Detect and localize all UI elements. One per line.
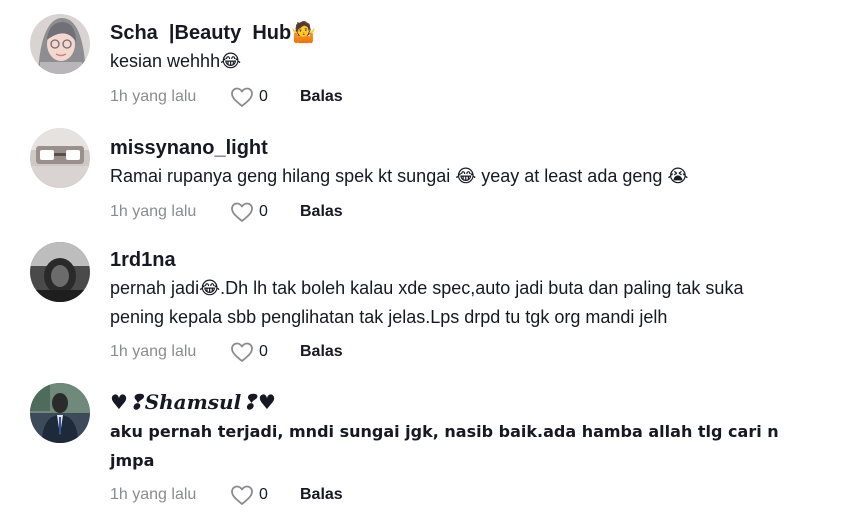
like-button[interactable]: 0 [230,86,295,108]
comment-text: kesian wehhh😂 [110,51,242,71]
heart-outline-icon [231,87,253,107]
like-count: 0 [259,486,268,503]
username[interactable]: Scha |Beauty Hub🤷 [110,20,839,45]
avatar[interactable] [30,128,90,188]
username[interactable]: ♥❢Shamsul❢♥ [110,390,839,415]
avatar[interactable] [30,242,90,302]
comment-meta: 1h yang lalu 0 Balas [110,483,839,507]
heart-outline-icon [231,202,253,222]
timestamp: 1h yang lalu [110,486,197,503]
like-count: 0 [259,203,268,220]
avatar[interactable] [30,14,90,74]
timestamp: 1h yang lalu [110,343,197,360]
avatar[interactable] [30,383,90,443]
heart-outline-icon [231,342,253,362]
timestamp: 1h yang lalu [110,88,197,105]
like-button[interactable]: 0 [230,341,295,363]
like-button[interactable]: 0 [230,484,295,506]
comment-meta: 1h yang lalu 0 Balas [110,85,839,109]
like-button[interactable]: 0 [230,201,295,223]
person-shrugging-emoji-icon: 🤷 [291,20,317,44]
comment-text: pernah jadi😂.Dh lh tak boleh kalau xde s… [110,278,744,327]
reply-button[interactable]: Balas [300,486,343,504]
timestamp: 1h yang lalu [110,203,197,220]
comment-text: aku pernah terjadi, mndi sungai jgk, nas… [110,422,779,470]
reply-button[interactable]: Balas [300,203,343,221]
reply-button[interactable]: Balas [300,343,343,361]
username[interactable]: 1rd1na [110,248,839,272]
username[interactable]: missynano_light [110,136,839,160]
username-text: ♥❢Shamsul❢♥ [110,390,276,414]
reply-button[interactable]: Balas [300,88,343,106]
comment-meta: 1h yang lalu 0 Balas [110,340,839,364]
comment-text: Ramai rupanya geng hilang spek kt sungai… [110,166,689,186]
username-text: Scha |Beauty Hub [110,22,292,44]
comment-meta: 1h yang lalu 0 Balas [110,200,839,224]
like-count: 0 [259,88,268,105]
like-count: 0 [259,343,268,360]
heart-outline-icon [231,485,253,505]
